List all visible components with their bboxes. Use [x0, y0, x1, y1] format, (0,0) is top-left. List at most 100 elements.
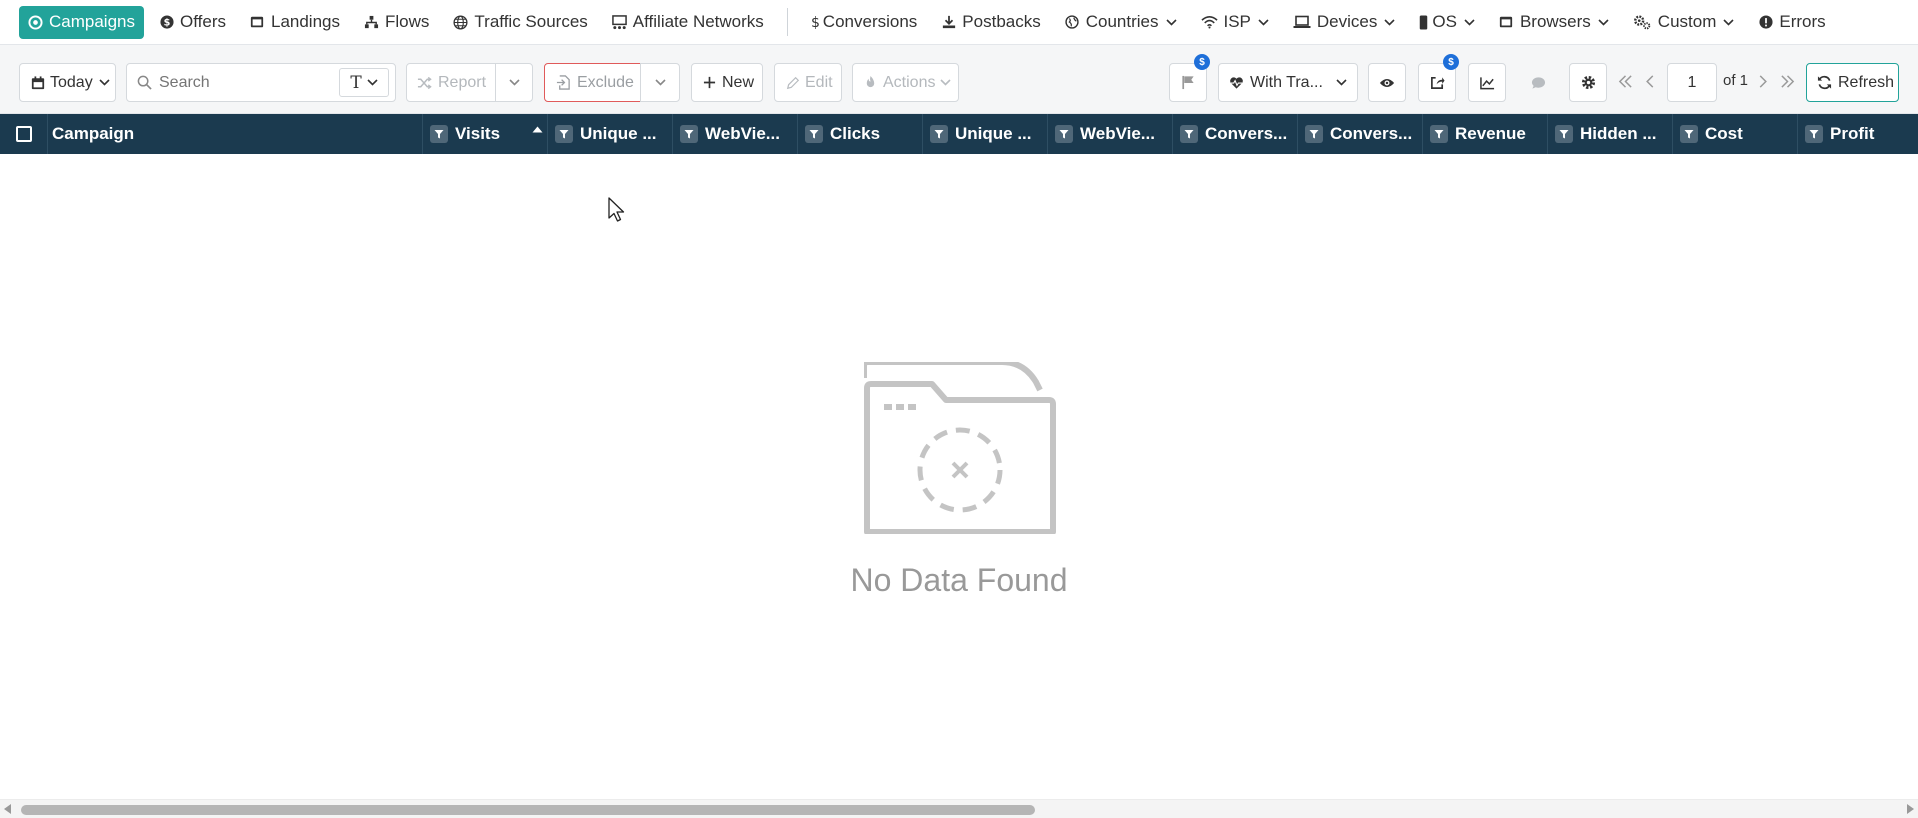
nav-devices[interactable]: Devices — [1284, 6, 1404, 39]
edit-label: Edit — [805, 73, 833, 91]
horizontal-scrollbar[interactable] — [0, 799, 1918, 818]
new-label: New — [722, 73, 755, 91]
search-input[interactable] — [159, 73, 319, 92]
column-header-conversions[interactable]: Convers... — [1173, 114, 1298, 154]
column-header-clicks[interactable]: Clicks — [798, 114, 923, 154]
nav-traffic-sources[interactable]: Traffic Sources — [444, 6, 596, 39]
filter-icon[interactable] — [930, 125, 948, 143]
nav-custom-label: Custom — [1657, 12, 1717, 31]
scroll-right-icon[interactable] — [1906, 804, 1914, 814]
columns-visibility-button[interactable] — [1368, 63, 1406, 102]
column-label: WebVie... — [1080, 124, 1155, 143]
exclude-dropdown-toggle[interactable] — [640, 63, 680, 102]
flag-badge: $ — [1194, 54, 1210, 70]
nav-errors[interactable]: Errors — [1749, 6, 1834, 39]
column-label: Hidden ... — [1580, 124, 1657, 143]
column-header-conversion-rate[interactable]: Convers... — [1298, 114, 1423, 154]
chevron-down-icon — [1258, 18, 1269, 26]
scroll-left-icon[interactable] — [4, 804, 12, 814]
column-label: Profit — [1830, 124, 1875, 143]
refresh-button[interactable]: Refresh — [1806, 63, 1899, 102]
chevron-down-icon — [1598, 18, 1609, 26]
last-page-icon[interactable] — [1780, 74, 1795, 89]
column-header-unique-visits[interactable]: Unique ... — [548, 114, 673, 154]
nav-custom[interactable]: Custom — [1624, 6, 1744, 39]
column-header-hidden[interactable]: Hidden ... — [1548, 114, 1673, 154]
nav-postbacks[interactable]: Postbacks — [932, 6, 1049, 39]
search-type-dropdown[interactable]: T — [339, 68, 389, 97]
nav-conversions-label: Conversions — [822, 12, 918, 31]
filter-icon[interactable] — [555, 125, 573, 143]
chart-button[interactable] — [1468, 63, 1506, 102]
column-header-unique-clicks[interactable]: Unique ... — [923, 114, 1048, 154]
traffic-filter-dropdown[interactable]: With Tra... — [1218, 63, 1358, 102]
nav-flows-label: Flows — [385, 12, 430, 31]
column-label: Convers... — [1205, 124, 1288, 143]
nav-conversions[interactable]: $ Conversions — [802, 6, 927, 39]
column-header-webview-visits[interactable]: WebVie... — [673, 114, 798, 154]
column-label: Campaign — [52, 124, 135, 143]
flows-icon — [364, 15, 379, 30]
top-navigation: Campaigns $ Offers Landings Flows Traffi… — [0, 0, 1918, 45]
nav-traffic-sources-label: Traffic Sources — [474, 12, 588, 31]
nav-browsers[interactable]: Browsers — [1490, 6, 1618, 39]
column-header-revenue[interactable]: Revenue — [1423, 114, 1548, 154]
exclamation-circle-icon — [1758, 15, 1773, 30]
edit-button[interactable]: Edit — [774, 63, 842, 102]
select-all-checkbox[interactable] — [15, 126, 32, 142]
first-page-icon[interactable] — [1618, 74, 1633, 89]
filter-icon[interactable] — [1305, 125, 1323, 143]
scrollbar-thumb[interactable] — [21, 805, 1035, 815]
nav-isp[interactable]: ISP — [1192, 6, 1278, 39]
column-header-cost[interactable]: Cost — [1673, 114, 1798, 154]
nav-flows[interactable]: Flows — [355, 6, 438, 39]
column-header-profit[interactable]: Profit — [1798, 114, 1918, 154]
filter-icon[interactable] — [1180, 125, 1198, 143]
date-range-dropdown[interactable]: Today — [19, 63, 116, 102]
chevron-down-icon — [654, 79, 666, 86]
nav-affiliate-networks[interactable]: Affiliate Networks — [603, 6, 773, 39]
column-header-visits[interactable]: Visits — [423, 114, 548, 154]
filter-icon[interactable] — [1430, 125, 1448, 143]
nav-countries[interactable]: Countries — [1056, 6, 1186, 39]
filter-icon[interactable] — [1805, 125, 1823, 143]
filter-icon[interactable] — [430, 125, 448, 143]
filter-icon[interactable] — [1555, 125, 1573, 143]
dollar-circle-icon: $ — [159, 15, 174, 30]
actions-dropdown[interactable]: Actions — [852, 63, 959, 102]
nav-os[interactable]: OS — [1410, 6, 1484, 39]
new-button[interactable]: New — [691, 63, 763, 102]
plus-icon — [702, 75, 717, 90]
column-header-webview-clicks[interactable]: WebVie... — [1048, 114, 1173, 154]
svg-text:$: $ — [811, 15, 820, 30]
flag-button[interactable]: $ — [1169, 54, 1210, 102]
page-number-input[interactable] — [1667, 63, 1717, 102]
settings-button[interactable] — [1569, 63, 1607, 102]
nav-landings[interactable]: Landings — [241, 6, 349, 39]
sort-asc-icon[interactable] — [532, 126, 543, 133]
prev-page-icon[interactable] — [1645, 74, 1654, 89]
nav-offers[interactable]: $ Offers — [150, 6, 235, 39]
filter-icon[interactable] — [1055, 125, 1073, 143]
filter-icon[interactable] — [680, 125, 698, 143]
nav-postbacks-label: Postbacks — [962, 12, 1041, 31]
next-page-icon[interactable] — [1759, 74, 1768, 89]
search-icon — [137, 75, 152, 90]
nav-browsers-label: Browsers — [1519, 12, 1591, 31]
line-chart-icon — [1479, 75, 1495, 90]
column-header-campaign[interactable]: Campaign — [48, 114, 423, 154]
filter-icon[interactable] — [1680, 125, 1698, 143]
empty-state-message: No Data Found — [850, 562, 1068, 598]
gear-icon — [1581, 75, 1596, 90]
filter-icon[interactable] — [805, 125, 823, 143]
nav-campaigns[interactable]: Campaigns — [19, 5, 144, 39]
export-button[interactable]: $ — [1418, 54, 1459, 102]
chevron-down-icon — [1464, 18, 1475, 26]
nav-campaigns-label: Campaigns — [49, 12, 135, 31]
report-dropdown-toggle[interactable] — [495, 63, 533, 102]
chevron-down-icon — [99, 79, 110, 86]
comments-button[interactable] — [1519, 63, 1557, 102]
exclude-button[interactable]: Exclude — [544, 63, 641, 102]
report-button[interactable]: Report — [406, 63, 496, 102]
laptop-icon — [1293, 15, 1311, 30]
